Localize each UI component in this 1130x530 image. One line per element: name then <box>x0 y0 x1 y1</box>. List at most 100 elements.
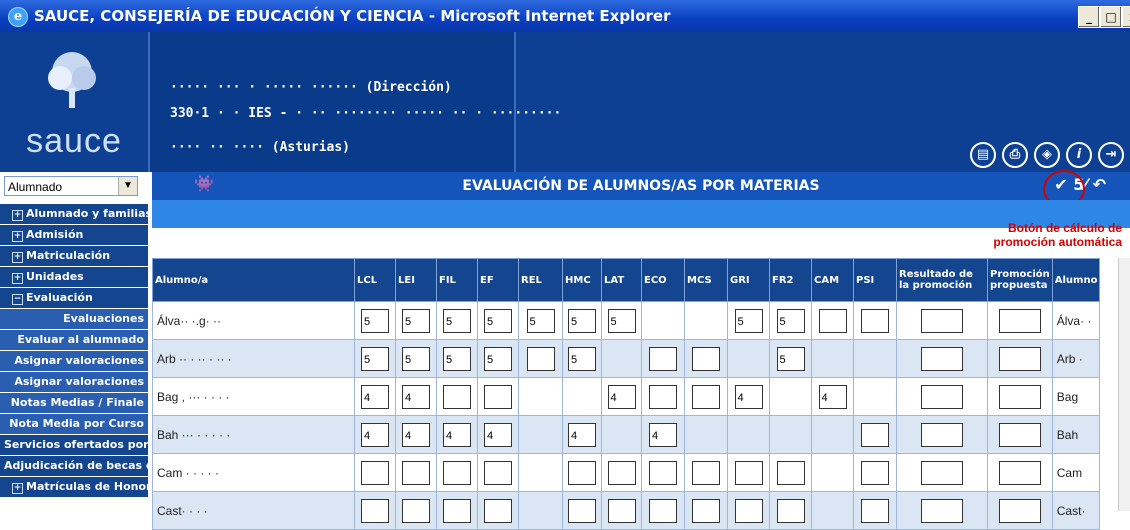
grade-input[interactable]: 4 <box>402 422 430 447</box>
grade-input[interactable] <box>484 384 512 409</box>
grade-cell <box>727 453 770 492</box>
promotion-result-input[interactable] <box>921 384 963 409</box>
info-icon[interactable]: i <box>1066 142 1092 168</box>
sidebar-item[interactable]: Servicios ofertados por el <box>0 435 148 456</box>
grade-input[interactable]: 5 <box>361 346 389 371</box>
promotion-proposed-input[interactable] <box>998 384 1041 409</box>
grade-input[interactable]: 4 <box>607 384 636 409</box>
grade-input[interactable]: 5 <box>568 346 596 371</box>
grade-cell <box>601 339 642 378</box>
promotion-result-input[interactable] <box>921 346 963 371</box>
grade-input[interactable] <box>692 460 720 485</box>
grade-input[interactable] <box>484 460 512 485</box>
grade-input[interactable] <box>818 308 847 333</box>
grade-input[interactable] <box>607 460 636 485</box>
promotion-proposed-input[interactable] <box>998 308 1041 333</box>
exit-icon[interactable]: ⇥ <box>1098 142 1124 168</box>
grade-input[interactable]: 5 <box>568 308 596 333</box>
promotion-result-input[interactable] <box>921 308 963 333</box>
sidebar-item[interactable]: + Admisión <box>0 225 148 246</box>
grade-input[interactable] <box>734 460 763 485</box>
grade-input[interactable] <box>402 460 430 485</box>
grade-input[interactable]: 4 <box>443 422 471 447</box>
grade-input[interactable] <box>649 460 677 485</box>
sidebar-item[interactable]: Evaluar al alumnado <box>0 330 148 351</box>
promotion-proposed-input[interactable] <box>998 422 1041 447</box>
student-name: Bag , ··· · · · · <box>152 377 355 416</box>
expand-icon[interactable]: + <box>12 483 23 494</box>
callout-line1: Botón de cálculo de <box>1007 221 1122 235</box>
grade-input[interactable] <box>526 346 555 371</box>
grade-input[interactable]: 5 <box>484 308 512 333</box>
grade-input[interactable]: 5 <box>484 346 512 371</box>
sidebar-item[interactable]: Evaluaciones <box>0 309 148 330</box>
grade-input[interactable] <box>776 460 805 485</box>
sidebar-item[interactable]: Asignar valoraciones <box>0 351 148 372</box>
expand-icon[interactable]: + <box>12 210 23 221</box>
grade-input[interactable] <box>443 460 471 485</box>
grade-input[interactable] <box>861 308 889 333</box>
vertical-scrollbar[interactable] <box>1118 258 1130 511</box>
grade-input[interactable] <box>861 460 889 485</box>
grade-input[interactable] <box>861 422 889 447</box>
grade-input[interactable]: 4 <box>734 384 763 409</box>
expand-icon[interactable]: + <box>12 273 23 284</box>
grade-input[interactable]: 5 <box>402 346 430 371</box>
chevron-down-icon[interactable]: ▼ <box>118 177 137 195</box>
sidebar-item-label: Servicios ofertados por el <box>4 438 148 451</box>
expand-icon[interactable]: + <box>12 252 23 263</box>
promotion-proposed-input[interactable] <box>998 346 1041 371</box>
sidebar-item[interactable]: Asignar valoraciones <box>0 372 148 393</box>
sidebar-item[interactable]: + Unidades <box>0 267 148 288</box>
grade-cell <box>987 453 1053 492</box>
promotion-proposed-input[interactable] <box>998 460 1041 485</box>
grade-input[interactable] <box>361 460 389 485</box>
sidebar-item[interactable]: + Matriculación <box>0 246 148 267</box>
expand-icon[interactable]: + <box>12 231 23 242</box>
grade-input[interactable] <box>692 384 720 409</box>
grade-input[interactable]: 5 <box>443 346 471 371</box>
grade-input[interactable]: 4 <box>361 422 389 447</box>
collapse-icon[interactable]: − <box>12 294 23 305</box>
document-icon[interactable]: ▤ <box>970 142 996 168</box>
grade-input[interactable] <box>649 346 677 371</box>
sidebar-item[interactable]: − Evaluación <box>0 288 148 309</box>
grade-input[interactable]: 5 <box>526 308 555 333</box>
sidebar-item-label: Adjudicación de becas del <box>4 459 148 472</box>
module-select[interactable]: Alumnado ▼ <box>4 176 138 196</box>
grade-input[interactable]: 5 <box>361 308 389 333</box>
print-icon[interactable]: ⎙ <box>1002 142 1028 168</box>
grade-input[interactable] <box>649 384 677 409</box>
grade-input[interactable]: 4 <box>568 422 596 447</box>
grade-input[interactable]: 4 <box>818 384 847 409</box>
promotion-result-input[interactable] <box>921 422 963 447</box>
sidebar-item[interactable]: + Alumnado y familias <box>0 204 148 225</box>
sidebar-item[interactable]: + Matrículas de Honor <box>0 477 148 498</box>
navigate-icon[interactable]: ◈ <box>1034 142 1060 168</box>
sidebar-item[interactable]: Notas Medias / Finale <box>0 393 148 414</box>
minimize-button[interactable]: _ <box>1078 6 1100 28</box>
close-button[interactable]: x <box>1122 6 1130 28</box>
grade-input[interactable]: 4 <box>484 422 512 447</box>
grade-input[interactable] <box>568 460 596 485</box>
column-header: MCS <box>684 258 728 302</box>
grade-input[interactable]: 4 <box>402 384 430 409</box>
grade-cell <box>641 301 685 340</box>
grade-input[interactable]: 5 <box>776 308 805 333</box>
grade-cell <box>987 339 1053 378</box>
sidebar-item[interactable]: Nota Media por Curso <box>0 414 148 435</box>
grade-input[interactable]: 4 <box>649 422 677 447</box>
grade-cell: 4 <box>395 415 437 454</box>
grade-input[interactable]: 5 <box>734 308 763 333</box>
grade-input[interactable]: 5 <box>402 308 430 333</box>
grade-input[interactable]: 5 <box>443 308 471 333</box>
column-header: LEI <box>395 258 437 302</box>
grade-input[interactable]: 4 <box>361 384 389 409</box>
promotion-result-input[interactable] <box>921 460 963 485</box>
maximize-button[interactable]: □ <box>1100 6 1122 28</box>
sidebar-item[interactable]: Adjudicación de becas del <box>0 456 148 477</box>
grade-input[interactable] <box>692 346 720 371</box>
grade-input[interactable]: 5 <box>607 308 636 333</box>
grade-input[interactable] <box>443 384 471 409</box>
grade-input[interactable]: 5 <box>776 346 805 371</box>
